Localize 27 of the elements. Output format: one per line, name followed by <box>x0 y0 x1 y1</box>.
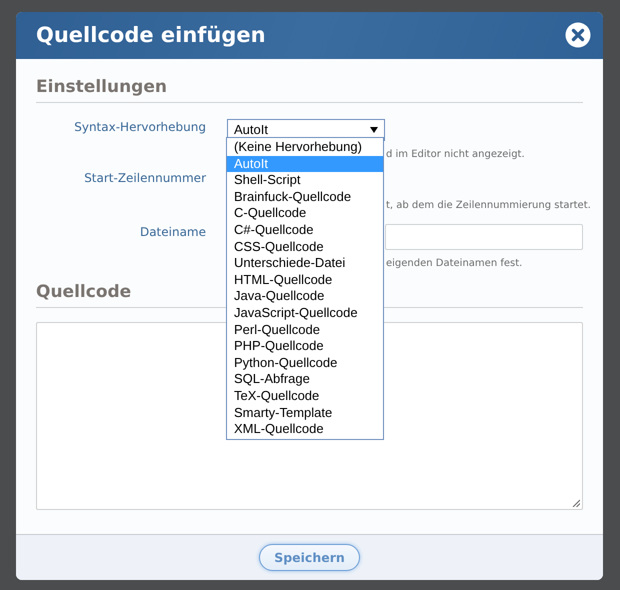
input-field[interactable] <box>385 224 583 250</box>
dropdown-option[interactable]: PHP-Quellcode <box>227 338 383 355</box>
field-label: Syntax-Hervorhebung <box>74 120 206 136</box>
dropdown-option[interactable]: Smarty-Template <box>227 404 383 422</box>
close-icon[interactable] <box>565 22 591 48</box>
dropdown-option[interactable]: Java-Quellcode <box>227 288 383 305</box>
field-label: Dateiname <box>140 224 206 241</box>
section-heading: Einstellungen <box>36 76 583 103</box>
field-hint: d im Editor nicht angezeigt. <box>386 148 525 160</box>
field-hint: t, ab dem die Zeilennummierung startet. <box>386 200 591 211</box>
dropdown-option[interactable]: Shell-Script <box>227 172 383 189</box>
dropdown-option[interactable]: CSS-Quellcode <box>227 238 383 256</box>
caret-icon <box>370 126 378 133</box>
dropdown-option[interactable]: Python-Quellcode <box>227 354 383 372</box>
dropdown-option[interactable]: Perl-Quellcode <box>227 322 383 338</box>
dropdown-option[interactable]: TeX-Quellcode <box>227 388 383 404</box>
dropdown-option[interactable]: XML-Quellcode <box>227 421 383 438</box>
dropdown-option[interactable]: (Keine Hervorhebung) <box>227 139 383 156</box>
dropdown-option[interactable]: Unterschiede-Datei <box>227 255 383 272</box>
dropdown-option[interactable]: SQL-Abfrage <box>227 371 383 388</box>
dialog-title: Quellcode einfügen <box>36 23 266 48</box>
dropdown-option[interactable]: C#-Quellcode <box>227 222 383 239</box>
field-label: Start-Zeilennummer <box>84 170 206 187</box>
resize-grip-icon[interactable] <box>572 498 580 507</box>
dropdown-option[interactable]: C-Quellcode <box>227 205 383 222</box>
dropdown-option[interactable]: Brainfuck-Quellcode <box>227 188 383 206</box>
field-hint: eigenden Dateinamen fest. <box>386 258 522 269</box>
